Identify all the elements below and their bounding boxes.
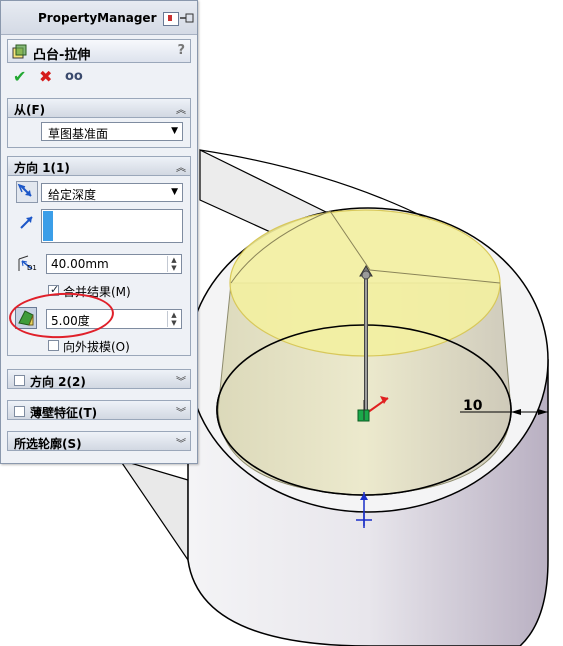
group-from-header[interactable]: 从(F) ︽ (8, 99, 190, 118)
reverse-direction-icon[interactable] (16, 181, 38, 203)
depth-dimension-label: D1 (27, 264, 37, 272)
direction2-checkbox[interactable] (14, 375, 25, 386)
group-contours-title: 所选轮廓(S) (14, 437, 82, 451)
ok-icon[interactable]: ✔ (13, 67, 26, 86)
group-from: 从(F) ︽ 草图基准面 ▼ (7, 98, 191, 148)
pm-tab-icon[interactable] (163, 12, 179, 26)
preview-glasses-icon[interactable]: oo (65, 69, 83, 84)
draft-outward-label: 向外拔模(O) (63, 340, 130, 354)
from-select-value: 草图基准面 (48, 127, 109, 141)
feature-name: 凸台-拉伸 (33, 48, 91, 63)
group-thin-title: 薄壁特征(T) (30, 406, 98, 420)
group-from-title: 从(F) (14, 103, 46, 117)
collapse-up-icon[interactable]: ︽ (176, 159, 186, 174)
pm-title-bar: PropertyManager (1, 1, 197, 35)
depth-spinner[interactable]: ▲ ▼ (167, 256, 180, 272)
group-direction1-header[interactable]: 方向 1(1) ︽ (8, 157, 190, 176)
direction-vector-icon (20, 216, 33, 229)
draft-spinner[interactable]: ▲ ▼ (167, 311, 180, 327)
feature-header: 凸台-拉伸 ? (7, 39, 191, 63)
pin-icon[interactable] (180, 13, 194, 23)
depth-input[interactable]: 40.00mm ▲ ▼ (46, 254, 182, 274)
extrude-boss-icon (12, 44, 27, 59)
group-selected-contours[interactable]: 所选轮廓(S) ︾ (7, 431, 191, 451)
draft-outward-checkbox[interactable] (48, 340, 59, 351)
cancel-icon[interactable]: ✖ (39, 67, 52, 86)
group-direction2-title: 方向 2(2) (30, 375, 86, 389)
chevron-down-icon: ▼ (171, 187, 178, 197)
property-manager-panel: PropertyManager 凸台-拉伸 ? ✔ ✖ oo 从(F) ︽ 草图… (0, 0, 198, 464)
group-direction1-title: 方向 1(1) (14, 161, 70, 175)
expand-down-icon[interactable]: ︾ (176, 435, 186, 450)
collapse-up-icon[interactable]: ︽ (176, 101, 186, 116)
direction-reference-field[interactable] (41, 209, 183, 243)
expand-down-icon[interactable]: ︾ (176, 373, 186, 388)
thin-feature-checkbox[interactable] (14, 406, 25, 417)
dimension-text: 10 (463, 398, 483, 414)
from-select[interactable]: 草图基准面 ▼ (41, 122, 183, 141)
help-icon[interactable]: ? (177, 43, 185, 58)
depth-value: 40.00mm (51, 257, 109, 271)
end-condition-value: 给定深度 (48, 188, 97, 202)
group-thin-feature[interactable]: 薄壁特征(T) ︾ (7, 400, 191, 420)
chevron-down-icon: ▼ (171, 126, 178, 136)
expand-down-icon[interactable]: ︾ (176, 404, 186, 419)
pm-title: PropertyManager (38, 11, 157, 25)
group-direction2[interactable]: 方向 2(2) ︾ (7, 369, 191, 389)
end-condition-select[interactable]: 给定深度 ▼ (41, 183, 183, 202)
